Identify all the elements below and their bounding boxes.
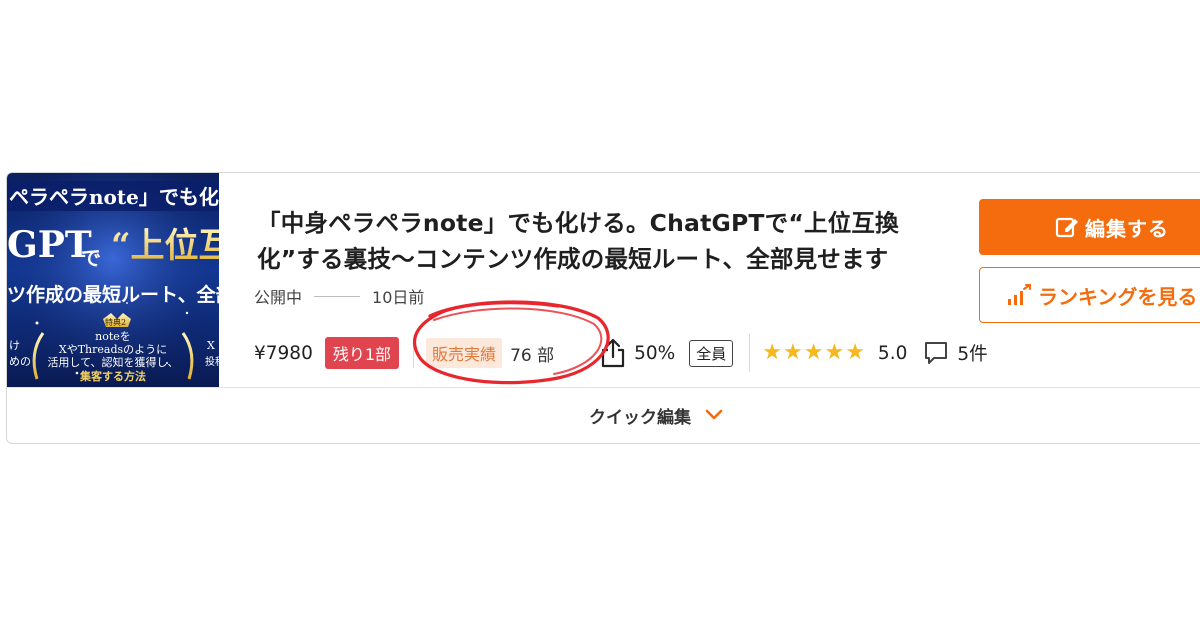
thumb-right-fragment2: 投稿 [205, 355, 219, 368]
star-icon: ★ [824, 340, 845, 365]
star-icon: ★ [782, 340, 803, 365]
thumb-left-fragment2: めの [9, 355, 31, 368]
star-icon: ★ [845, 340, 865, 365]
thumb-line2b: で [81, 246, 101, 270]
status-divider [314, 295, 361, 297]
edit-icon [1055, 215, 1079, 239]
sales-count: 76 部 [510, 345, 555, 366]
edit-button-label: 編集する [1085, 216, 1169, 241]
thumb-line1: ペラペラnote」でも化 [9, 185, 219, 209]
edit-button[interactable]: 編集する [979, 199, 1200, 255]
thumb-line6: 活用して、認知を獲得し、 [47, 355, 178, 369]
thumb-right-fragment: X [207, 339, 215, 352]
note-article-card: ペラペラnote」でも化 GPT で “上位互 ツ作成の最短ルート、全部 特典2… [6, 172, 1200, 444]
thumb-line2: GPT [7, 224, 92, 266]
sales-label-badge: 販売実績 [426, 338, 503, 368]
stats-divider-2 [749, 334, 751, 372]
article-title[interactable]: 「中身ペラペラnote」でも化ける。ChatGPTで“上位互換化”する裏技〜コン… [257, 205, 957, 277]
ranking-button-label: ランキングを見る [1038, 284, 1198, 309]
article-thumbnail[interactable]: ペラペラnote」でも化 GPT で “上位互 ツ作成の最短ルート、全部 特典2… [7, 173, 219, 387]
publish-date: 10日前 [372, 288, 425, 307]
audience-badge: 全員 [689, 339, 734, 367]
thumb-badge: 特典2 [105, 317, 126, 327]
thumbnail-art: ペラペラnote」でも化 GPT で “上位互 ツ作成の最短ルート、全部 特典2… [7, 173, 219, 387]
remaining-badge: 残り1部 [324, 337, 400, 369]
chart-up-icon [1006, 283, 1034, 307]
thumb-line2c: “上位互 [111, 226, 219, 266]
star-icon: ★ [803, 340, 824, 365]
thumb-line7: 集客する方法 [79, 369, 146, 383]
share-icon[interactable] [600, 338, 626, 368]
stats-divider [413, 338, 415, 368]
thumb-line3: ツ作成の最短ルート、全部 [7, 283, 219, 306]
rating-stars: ★ ★ ★ ★ ★ [762, 342, 866, 364]
thumb-line4: noteを [95, 330, 131, 343]
chevron-down-icon [705, 409, 723, 421]
quick-edit-toggle[interactable]: クイック編集 [589, 399, 723, 431]
star-icon: ★ [762, 340, 782, 365]
status-row: 公開中 10日前 [254, 285, 424, 307]
share-percent: 50% [634, 342, 676, 364]
price: ¥7980 [254, 342, 313, 364]
quick-edit-label: クイック編集 [589, 407, 691, 428]
publish-status: 公開中 [254, 288, 303, 307]
card-divider [7, 387, 1200, 388]
ranking-button[interactable]: ランキングを見る [979, 267, 1200, 323]
stats-row: ¥7980 残り1部 販売実績 76 部 50% 全員 ★ ★ ★ ★ ★ 5.… [254, 334, 988, 372]
thumb-line5: XやThreadsのように [59, 343, 167, 356]
thumb-left-fragment: け [9, 339, 20, 352]
rating-value: 5.0 [877, 342, 908, 364]
comment-count[interactable]: 5件 [957, 340, 987, 366]
comment-icon[interactable] [923, 340, 949, 366]
